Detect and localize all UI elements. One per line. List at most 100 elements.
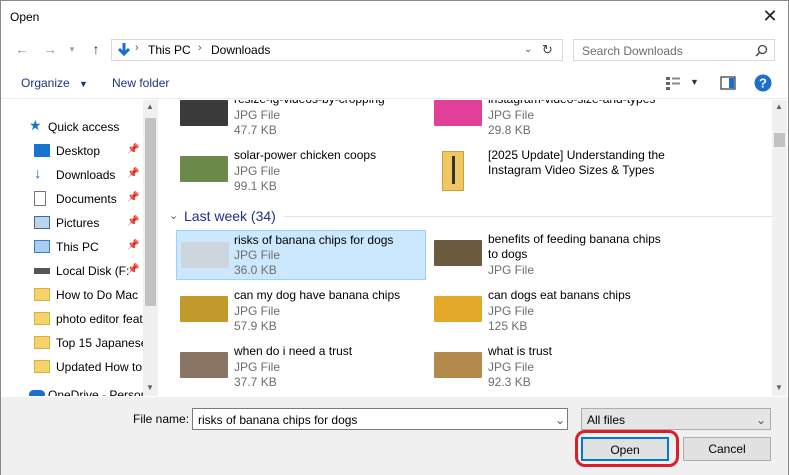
folder-icon <box>34 312 50 325</box>
sidebar-item-label: Desktop <box>56 144 101 158</box>
file-thumbnail <box>434 296 482 322</box>
file-size: 99.1 KB <box>234 179 277 193</box>
search-input[interactable]: Search Downloads <box>582 44 683 58</box>
file-size: 57.9 KB <box>234 319 277 333</box>
folder-icon <box>34 360 50 373</box>
file-type-filter-value: All files <box>587 413 626 427</box>
scrollbar-thumb[interactable] <box>774 133 785 147</box>
file-type: JPG File <box>488 304 535 318</box>
collapse-chevron-icon[interactable]: ⌄ <box>169 209 178 222</box>
pin-icon: 📌 <box>127 168 140 179</box>
svg-text:?: ? <box>759 76 767 91</box>
file-item[interactable]: can dogs eat banans chips JPG File 125 K… <box>416 286 666 336</box>
close-icon[interactable]: ✕ <box>760 6 780 26</box>
recent-locations-chevron-icon[interactable]: ▾ <box>63 40 81 58</box>
pin-icon: 📌 <box>127 240 140 251</box>
new-folder-button[interactable]: New folder <box>112 76 169 90</box>
file-name: [2025 Update] Understanding the Instagra… <box>488 148 665 177</box>
file-list-scrollbar[interactable]: ▲ ▼ <box>772 100 787 396</box>
file-thumbnail <box>180 296 228 322</box>
cloud-icon <box>29 390 45 396</box>
sidebar-item-folder[interactable]: Top 15 Japanese <box>31 332 143 354</box>
group-label: Last week (34) <box>184 208 276 224</box>
scroll-up-arrow-icon[interactable]: ▲ <box>146 102 154 111</box>
file-item[interactable]: when do i need a trust JPG File 37.7 KB <box>162 342 412 392</box>
sidebar-item-label: Top 15 Japanese <box>56 336 143 350</box>
search-icon <box>755 44 768 57</box>
divider <box>284 216 773 217</box>
file-thumbnail <box>434 100 482 126</box>
file-item[interactable]: [2025 Update] Understanding the Instagra… <box>416 146 666 196</box>
breadcrumb-separator-icon: › <box>198 42 202 54</box>
file-type: JPG File <box>234 164 281 178</box>
file-name: benefits of feeding banana chips to dogs <box>488 232 661 261</box>
file-thumbnail <box>180 352 228 378</box>
sidebar-item-folder[interactable]: Updated How to <box>31 356 143 378</box>
file-item[interactable]: can my dog have banana chips JPG File 57… <box>162 286 412 336</box>
breadcrumb-separator-icon: › <box>135 42 139 54</box>
sidebar-item-label: Pictures <box>56 216 100 230</box>
file-item-selected[interactable]: risks of banana chips for dogs JPG File … <box>176 230 426 280</box>
file-item[interactable]: instagram-video-size-and-types JPG File … <box>416 100 666 140</box>
pin-icon: 📌 <box>127 192 140 203</box>
desktop-icon <box>34 144 50 157</box>
sidebar-item-onedrive[interactable]: OneDrive - Person <box>17 384 143 396</box>
file-type: JPG File <box>488 263 535 277</box>
navigation-bar: ← → ▾ ↑ › This PC › Downloads ⌄ ↻ Search… <box>1 35 788 65</box>
file-type-filter-select[interactable]: All files ⌄ <box>581 408 771 430</box>
scrollbar-thumb[interactable] <box>145 118 156 306</box>
help-icon[interactable]: ? <box>754 74 772 92</box>
file-size: 36.0 KB <box>234 263 277 277</box>
preview-pane-icon[interactable] <box>720 76 736 90</box>
file-type: JPG File <box>488 108 535 122</box>
file-name: solar-power chicken coops <box>234 148 377 162</box>
file-name: risks of banana chips for dogs <box>234 233 394 247</box>
group-header-last-week[interactable]: ⌄ Last week (34) <box>169 208 773 224</box>
file-list: resize-ig-videos-by-cropping JPG File 47… <box>161 100 773 396</box>
scroll-down-arrow-icon[interactable]: ▼ <box>775 383 783 392</box>
file-item[interactable]: solar-power chicken coops JPG File 99.1 … <box>162 146 412 196</box>
file-item[interactable]: what is trust JPG File 92.3 KB <box>416 342 666 392</box>
organize-label: Organize <box>21 76 70 90</box>
address-dropdown-chevron-icon[interactable]: ⌄ <box>524 44 532 55</box>
address-bar[interactable]: › This PC › Downloads ⌄ ↻ <box>111 39 563 61</box>
scroll-down-arrow-icon[interactable]: ▼ <box>146 383 154 392</box>
cancel-button[interactable]: Cancel <box>683 437 771 461</box>
breadcrumb-this-pc[interactable]: This PC <box>148 43 191 57</box>
pin-icon: 📌 <box>127 216 140 227</box>
view-options-chevron-icon[interactable]: ▼ <box>690 77 699 87</box>
filter-dropdown-chevron-icon[interactable]: ⌄ <box>756 413 766 427</box>
view-options-icon[interactable] <box>665 76 681 90</box>
file-type: JPG File <box>234 304 281 318</box>
command-bar: Organize ▼ New folder ▼ ? <box>1 67 788 99</box>
sidebar-item-label: Updated How to <box>56 360 143 374</box>
breadcrumb-downloads[interactable]: Downloads <box>211 43 270 57</box>
drive-icon <box>34 268 50 274</box>
scroll-up-arrow-icon[interactable]: ▲ <box>775 102 783 111</box>
sidebar-item-label: Local Disk (F: <box>56 264 130 278</box>
folder-icon <box>34 336 50 349</box>
file-item[interactable]: resize-ig-videos-by-cropping JPG File 47… <box>162 100 412 140</box>
star-icon: ★ <box>29 117 42 133</box>
sidebar-item-label: Documents <box>56 192 117 206</box>
sidebar-item-folder[interactable]: How to Do Mac <box>31 284 143 306</box>
refresh-icon[interactable]: ↻ <box>542 42 553 58</box>
back-arrow-icon[interactable]: ← <box>13 40 31 58</box>
file-size: 92.3 KB <box>488 375 531 389</box>
file-name: instagram-video-size-and-types <box>488 100 688 107</box>
downloads-location-icon <box>117 43 131 57</box>
file-name-dropdown-chevron-icon[interactable]: ⌄ <box>555 413 565 427</box>
up-arrow-icon[interactable]: ↑ <box>87 40 105 58</box>
file-item[interactable]: benefits of feeding banana chips to dogs… <box>416 230 666 280</box>
navigation-scrollbar[interactable]: ▲ ▼ <box>143 100 158 396</box>
file-thumbnail <box>434 240 482 266</box>
file-name-field[interactable]: risks of banana chips for dogs ⌄ <box>192 408 568 430</box>
search-box[interactable]: Search Downloads <box>573 39 775 61</box>
forward-arrow-icon[interactable]: → <box>41 40 59 58</box>
sidebar-item-quick-access[interactable]: ★ Quick access <box>17 116 143 138</box>
organize-button[interactable]: Organize ▼ <box>21 76 88 90</box>
sidebar-item-label: This PC <box>56 240 99 254</box>
sidebar-item-folder[interactable]: photo editor feat <box>31 308 143 330</box>
file-thumbnail <box>180 156 228 182</box>
computer-icon <box>34 240 50 253</box>
